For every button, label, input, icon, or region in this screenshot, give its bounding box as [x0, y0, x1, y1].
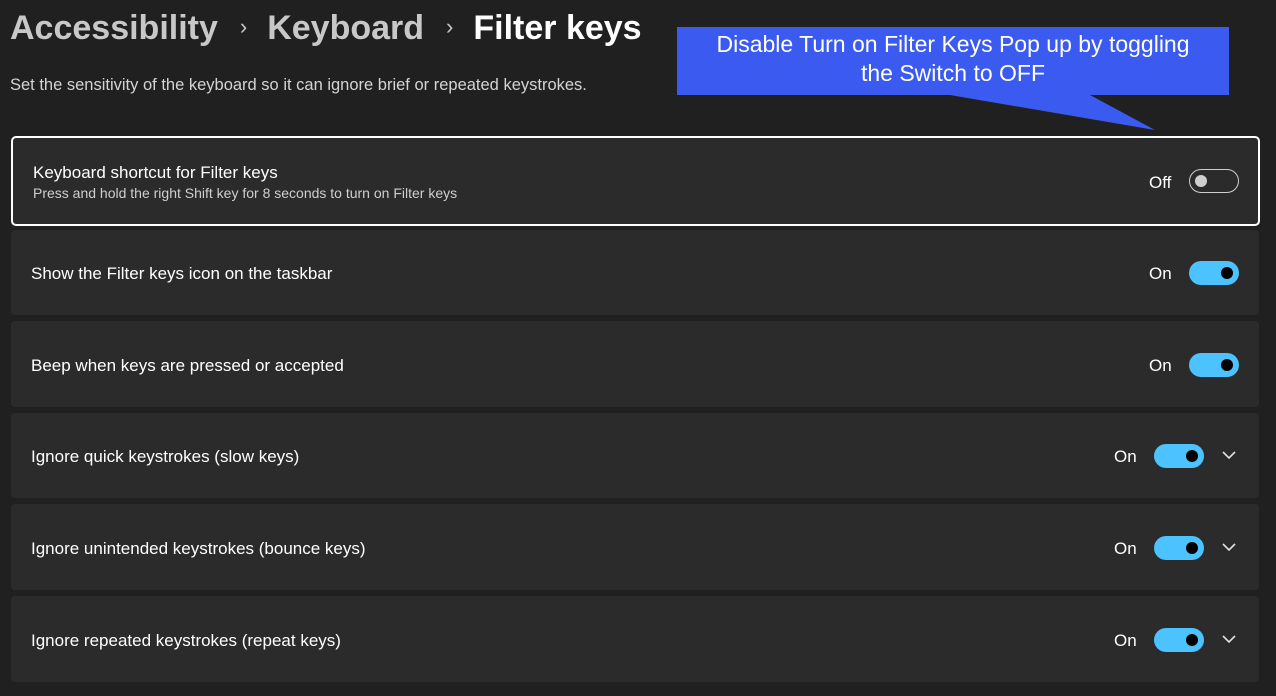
toggle-knob	[1221, 359, 1233, 371]
breadcrumb: Accessibility › Keyboard › Filter keys	[10, 6, 642, 50]
keyboard-shortcut-toggle[interactable]	[1189, 169, 1239, 193]
setting-show-taskbar-icon[interactable]: Show the Filter keys icon on the taskbar…	[11, 230, 1259, 315]
setting-slow-keys[interactable]: Ignore quick keystrokes (slow keys) On	[11, 413, 1259, 498]
toggle-state-label: On	[1114, 631, 1137, 650]
toggle-state-label: On	[1114, 447, 1137, 466]
toggle-knob	[1186, 634, 1198, 646]
slow-keys-toggle[interactable]	[1154, 444, 1204, 468]
chevron-right-icon: ›	[239, 14, 248, 39]
chevron-down-icon[interactable]	[1221, 539, 1237, 555]
filter-keys-settings-page: Accessibility › Keyboard › Filter keys S…	[0, 0, 1276, 696]
chevron-right-icon: ›	[446, 14, 454, 39]
setting-repeat-keys[interactable]: Ignore repeated keystrokes (repeat keys)…	[11, 596, 1259, 682]
setting-title: Show the Filter keys icon on the taskbar	[31, 264, 333, 283]
breadcrumb-keyboard[interactable]: Keyboard	[267, 9, 424, 48]
chevron-down-icon[interactable]	[1221, 447, 1237, 463]
setting-title: Ignore repeated keystrokes (repeat keys)	[31, 631, 341, 650]
toggle-knob	[1195, 174, 1207, 187]
setting-description: Press and hold the right Shift key for 8…	[33, 185, 458, 201]
setting-beep[interactable]: Beep when keys are pressed or accepted O…	[11, 321, 1259, 407]
breadcrumb-accessibility[interactable]: Accessibility	[10, 9, 218, 48]
page-title: Filter keys	[473, 8, 642, 47]
toggle-state-label: On	[1114, 539, 1137, 558]
setting-title: Ignore quick keystrokes (slow keys)	[31, 447, 300, 466]
setting-bounce-keys[interactable]: Ignore unintended keystrokes (bounce key…	[11, 504, 1259, 590]
page-description: Set the sensitivity of the keyboard so i…	[10, 76, 587, 94]
toggle-state-label: On	[1149, 264, 1172, 283]
bounce-keys-toggle[interactable]	[1154, 536, 1204, 560]
chevron-down-icon[interactable]	[1221, 631, 1237, 647]
toggle-state-label: On	[1149, 356, 1172, 375]
toggle-knob	[1221, 267, 1233, 279]
taskbar-icon-toggle[interactable]	[1189, 261, 1239, 285]
setting-title: Beep when keys are pressed or accepted	[31, 356, 344, 375]
setting-keyboard-shortcut[interactable]: Keyboard shortcut for Filter keys Press …	[11, 136, 1260, 226]
beep-toggle[interactable]	[1189, 353, 1239, 377]
callout-line-2: the Switch to OFF	[860, 60, 1046, 86]
repeat-keys-toggle[interactable]	[1154, 628, 1204, 652]
toggle-knob	[1186, 450, 1198, 462]
callout-line-1: Disable Turn on Filter Keys Pop up by to…	[716, 31, 1190, 57]
annotation-callout: Disable Turn on Filter Keys Pop up by to…	[678, 30, 1228, 88]
setting-title: Keyboard shortcut for Filter keys	[33, 163, 278, 182]
toggle-knob	[1186, 542, 1198, 554]
toggle-state-label: Off	[1149, 173, 1172, 192]
setting-title: Ignore unintended keystrokes (bounce key…	[31, 539, 366, 558]
